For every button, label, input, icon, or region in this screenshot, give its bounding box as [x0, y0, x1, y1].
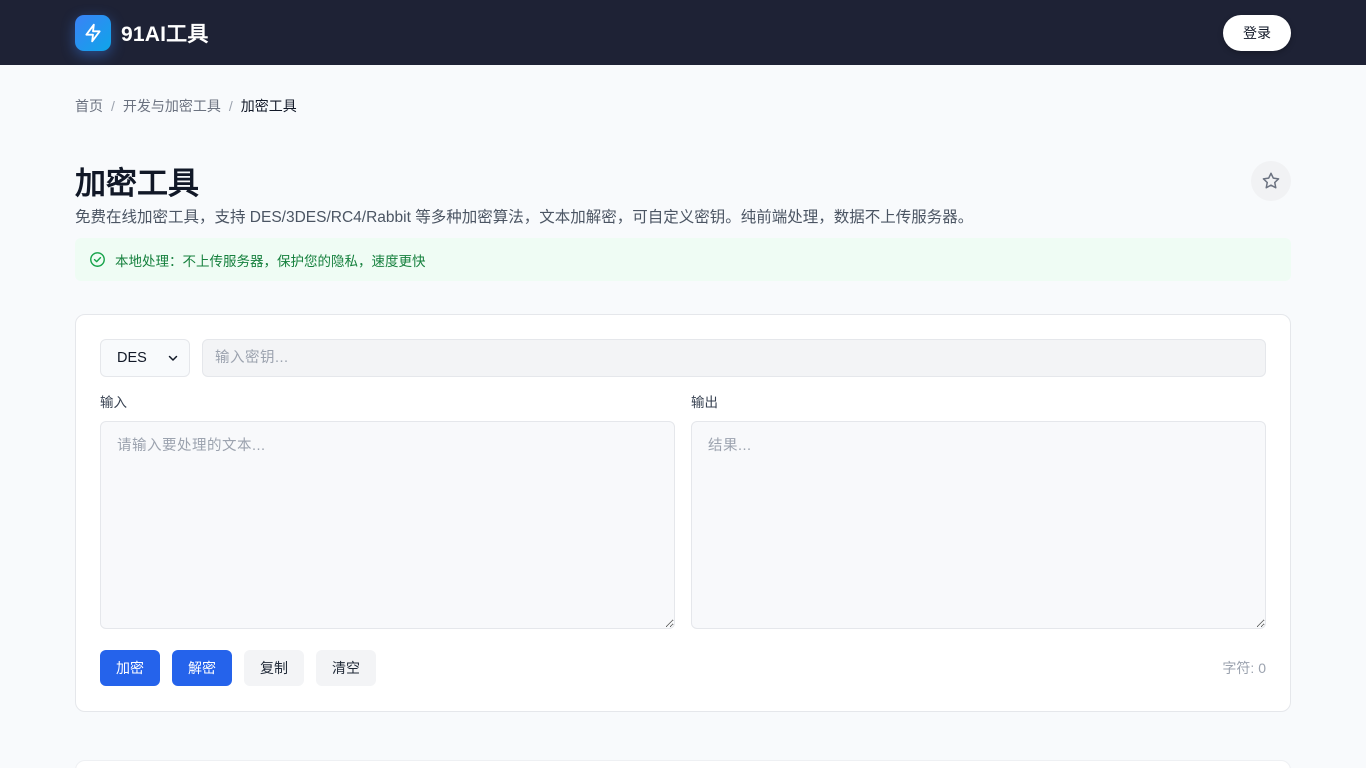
key-input[interactable]: [202, 339, 1266, 377]
page-description: 免费在线加密工具，支持 DES/3DES/RC4/Rabbit 等多种加密算法，…: [75, 209, 974, 226]
tool-card: DES 输入 输出 加密 解密 复制 清空: [75, 314, 1291, 712]
char-count: 字符: 0: [1222, 660, 1266, 676]
algorithm-selected-value: DES: [117, 350, 147, 366]
favorite-button[interactable]: [1251, 161, 1291, 201]
action-buttons: 加密 解密 复制 清空: [100, 650, 376, 686]
main-content: 首页 / 开发与加密工具 / 加密工具 加密工具 免费在线加密工具，支持 DES…: [0, 97, 1366, 768]
input-textarea[interactable]: [100, 421, 675, 629]
star-icon: [1262, 172, 1280, 189]
check-circle-icon: [90, 252, 105, 267]
breadcrumb-current: 加密工具: [240, 98, 297, 114]
copy-button[interactable]: 复制: [244, 650, 304, 686]
login-button[interactable]: 登录: [1223, 14, 1291, 51]
chevron-down-icon: [168, 355, 178, 361]
actions-row: 加密 解密 复制 清空 字符: 0: [100, 650, 1266, 686]
breadcrumb-separator: /: [111, 98, 115, 114]
tool-options-row: DES: [100, 339, 1266, 377]
bolt-icon: [75, 14, 111, 51]
breadcrumb-category[interactable]: 开发与加密工具: [123, 96, 221, 116]
breadcrumb-home[interactable]: 首页: [75, 96, 103, 116]
output-column: 输出: [691, 394, 1266, 629]
input-label: 输入: [100, 395, 127, 410]
input-column: 输入: [100, 394, 675, 629]
breadcrumb: 首页 / 开发与加密工具 / 加密工具: [75, 97, 1291, 115]
output-label: 输出: [691, 395, 718, 410]
brand[interactable]: 91AI工具: [75, 14, 209, 51]
brand-name: 91AI工具: [121, 22, 209, 46]
encrypt-button[interactable]: 加密: [100, 650, 160, 686]
notice-text: 本地处理：不上传服务器，保护您的隐私，速度更快: [115, 253, 426, 269]
title-row: 加密工具: [75, 161, 1291, 204]
privacy-notice: 本地处理：不上传服务器，保护您的隐私，速度更快: [75, 238, 1291, 281]
output-textarea[interactable]: [691, 421, 1266, 629]
breadcrumb-separator: /: [228, 98, 233, 114]
clear-button[interactable]: 清空: [316, 650, 376, 686]
page-title: 加密工具: [75, 166, 199, 201]
decrypt-button[interactable]: 解密: [172, 650, 232, 686]
next-section-card: [75, 760, 1291, 768]
top-navbar: 91AI工具 登录: [0, 0, 1366, 65]
io-grid: 输入 输出: [100, 394, 1266, 629]
algorithm-select[interactable]: DES: [100, 339, 190, 377]
